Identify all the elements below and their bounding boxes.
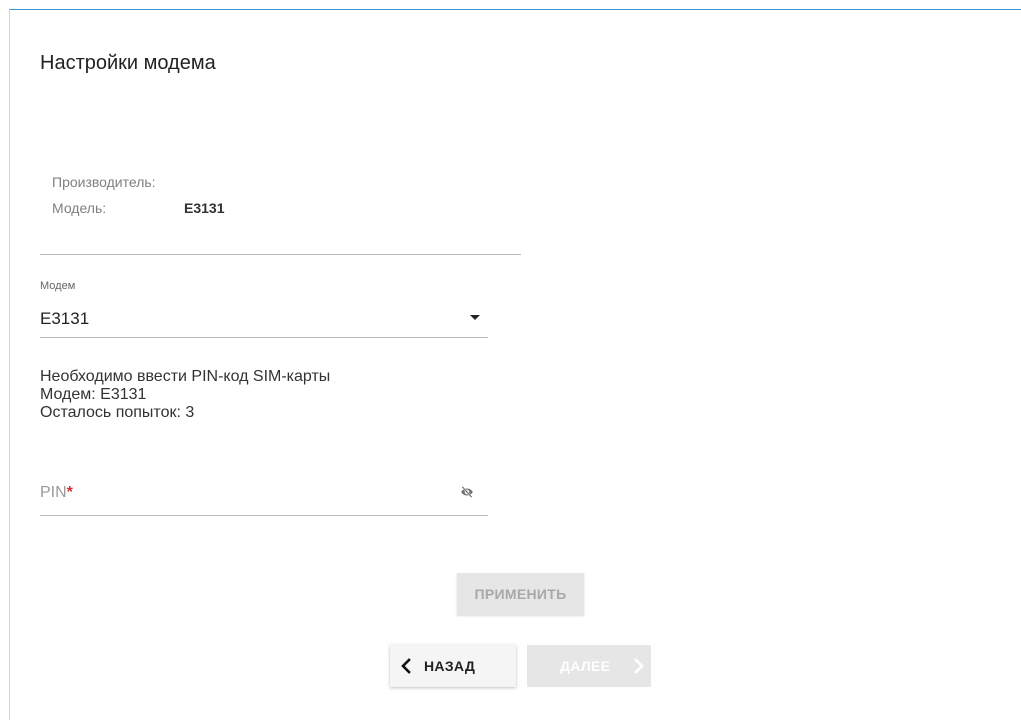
chevron-right-icon — [634, 658, 644, 674]
apply-button[interactable]: ПРИМЕНИТЬ — [457, 573, 584, 615]
model-label: Модель: — [52, 200, 107, 216]
chevron-left-icon — [401, 658, 411, 674]
manufacturer-label: Производитель: — [52, 174, 156, 190]
model-value: E3131 — [184, 200, 225, 216]
modem-select-label: Модем — [40, 280, 76, 292]
pin-field: PIN* — [40, 470, 488, 516]
next-button-label: ДАЛЕЕ — [560, 658, 611, 674]
modem-select-value: E3131 — [40, 309, 90, 328]
eye-off-icon[interactable] — [458, 485, 476, 499]
model-row: Модель: E3131 — [52, 200, 224, 216]
manufacturer-row: Производитель: — [52, 174, 156, 190]
pin-required-message: Необходимо ввести PIN-код SIM-карты Моде… — [40, 368, 330, 422]
next-button[interactable]: ДАЛЕЕ — [527, 645, 651, 687]
message-line-attempts: Осталось попыток: 3 — [40, 404, 195, 421]
message-line-pin-required: Необходимо ввести PIN-код SIM-карты — [40, 368, 331, 385]
back-button[interactable]: НАЗАД — [390, 645, 516, 687]
page-title: Настройки модема — [40, 52, 216, 74]
pin-input[interactable] — [40, 480, 440, 504]
modem-info-block: Производитель: Модель: E3131 — [40, 164, 521, 255]
modem-select[interactable]: Модем E3131 — [40, 278, 488, 338]
caret-down-icon[interactable] — [470, 315, 480, 320]
back-button-label: НАЗАД — [424, 658, 476, 674]
message-line-modem: Модем: E3131 — [40, 386, 147, 403]
